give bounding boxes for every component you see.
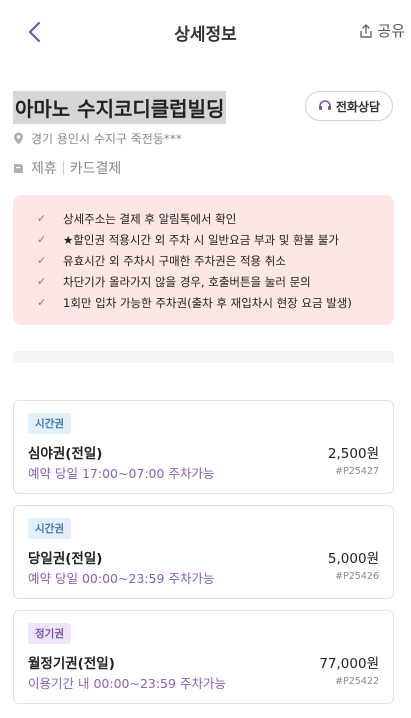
ticket-name: 월정기권(전일) — [28, 656, 115, 672]
header-bar: 상세정보 공유 — [0, 0, 411, 64]
ticket-name: 당일권(전일) — [28, 551, 103, 567]
address-text: 경기 용인시 수지구 죽전동*** — [31, 132, 182, 146]
ticket-code: #P25426 — [335, 571, 379, 582]
notice-text: 상세주소는 결제 후 알림톡에서 확인 — [63, 211, 237, 226]
ticket-price: 77,000원 — [319, 656, 379, 672]
ticket-time: 이용기간 내 00:00~23:59 주차가능 — [28, 676, 226, 691]
call-label: 전화상담 — [335, 99, 381, 114]
headset-icon — [318, 100, 331, 110]
notice-text: 유효시간 외 주차시 구매한 주차권은 적용 취소 — [63, 253, 286, 268]
check-icon: ✓ — [37, 233, 47, 246]
call-consult-button[interactable]: 전화상담 — [305, 91, 393, 121]
ticket-price: 2,500원 — [327, 446, 379, 462]
ticket-price: 5,000원 — [327, 551, 379, 567]
notice-item: ✓ ★할인권 적용시간 외 주차 시 일반요금 부과 및 환불 불가 — [37, 229, 394, 250]
share-icon — [360, 23, 373, 38]
ticket-card-day[interactable]: 시간권 당일권(전일) 5,000원 예약 당일 00:00~23:59 주차가… — [13, 505, 394, 599]
share-button[interactable]: 공유 — [358, 20, 405, 41]
tag-card-payment: 카드결제 — [69, 161, 122, 177]
ticket-type-badge: 시간권 — [28, 413, 71, 434]
share-label: 공유 — [377, 22, 405, 40]
ticket-time: 예약 당일 17:00~07:00 주차가능 — [28, 466, 215, 481]
notice-item: ✓ 1회만 입차 가능한 주차권(출차 후 재입차시 현장 요금 발생) — [37, 292, 394, 313]
tag-divider — [62, 161, 64, 175]
notice-item: ✓ 상세주소는 결제 후 알림톡에서 확인 — [37, 208, 394, 229]
tags-row: 제휴 카드결제 — [13, 158, 121, 178]
location-pin-icon — [14, 132, 23, 145]
section-divider — [13, 351, 394, 363]
check-icon: ✓ — [37, 296, 47, 309]
check-icon: ✓ — [37, 275, 47, 288]
notice-item: ✓ 유효시간 외 주차시 구매한 주차권은 적용 취소 — [37, 250, 394, 271]
page-title: 상세정보 — [174, 25, 237, 45]
place-name: 아마노 수지코디클럽빌딩 — [13, 91, 227, 124]
tag-partnership: 제휴 — [31, 161, 57, 177]
check-icon: ✓ — [37, 212, 47, 225]
check-icon: ✓ — [37, 254, 47, 267]
notice-item: ✓ 차단기가 올라가지 않을 경우, 호출버튼을 눌러 문의 — [37, 271, 394, 292]
tag-icon — [14, 163, 23, 173]
ticket-type-badge: 시간권 — [28, 518, 71, 539]
ticket-card-night[interactable]: 시간권 심야권(전일) 2,500원 예약 당일 17:00~07:00 주차가… — [13, 400, 394, 494]
ticket-code: #P25427 — [335, 466, 379, 477]
notice-text: 차단기가 올라가지 않을 경우, 호출버튼을 눌러 문의 — [63, 274, 311, 289]
ticket-name: 심야권(전일) — [28, 446, 103, 462]
notice-text: ★할인권 적용시간 외 주차 시 일반요금 부과 및 환불 불가 — [63, 232, 339, 247]
notice-box: ✓ 상세주소는 결제 후 알림톡에서 확인 ✓ ★할인권 적용시간 외 주차 시… — [13, 195, 394, 325]
ticket-code: #P25422 — [335, 676, 379, 687]
ticket-time: 예약 당일 00:00~23:59 주차가능 — [28, 571, 215, 586]
address-row: 경기 용인시 수지구 죽전동*** — [13, 130, 182, 147]
notice-text: 1회만 입차 가능한 주차권(출차 후 재입차시 현장 요금 발생) — [63, 295, 352, 310]
ticket-card-monthly[interactable]: 정기권 월정기권(전일) 77,000원 이용기간 내 00:00~23:59 … — [13, 610, 394, 704]
ticket-type-badge: 정기권 — [28, 623, 71, 644]
